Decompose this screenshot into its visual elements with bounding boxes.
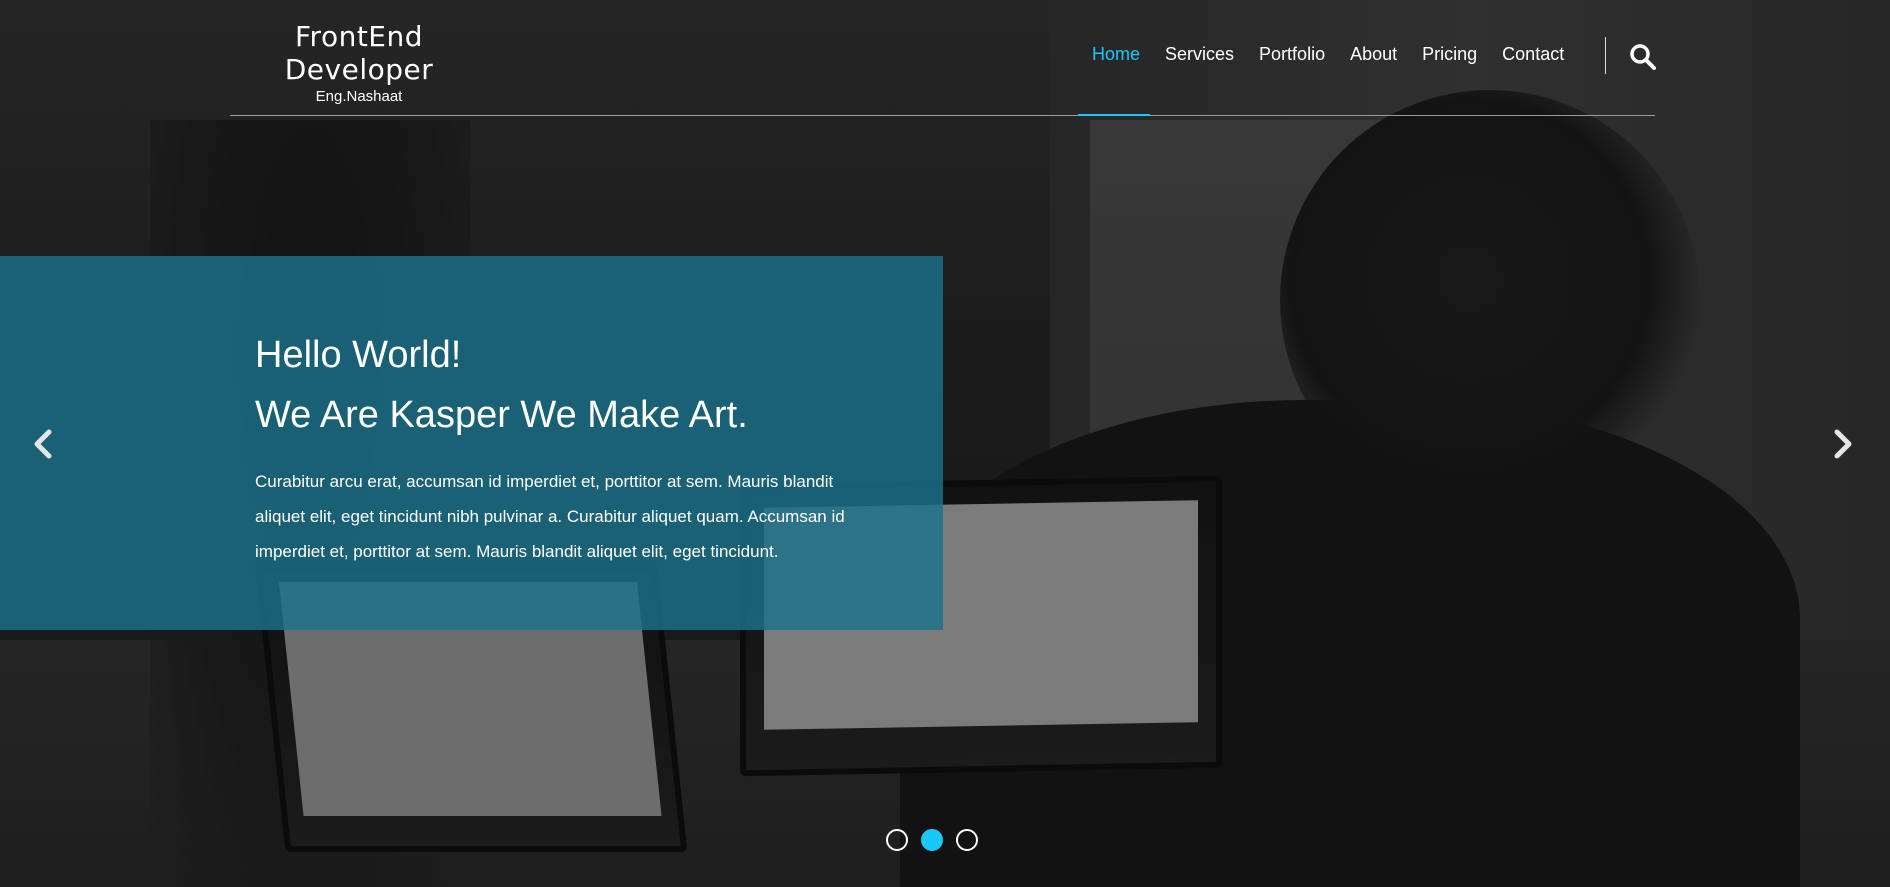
active-nav-indicator (1078, 114, 1150, 116)
slider-dot-3[interactable] (956, 829, 978, 851)
slider-next-button[interactable] (1824, 424, 1860, 464)
chevron-left-icon (34, 429, 52, 459)
slider-dot-2[interactable] (921, 829, 943, 851)
nav-about[interactable]: About (1350, 44, 1397, 65)
header-divider (230, 115, 1655, 116)
logo-title: FrontEnd Developer (284, 20, 434, 86)
hero-heading-line1: Hello World! (255, 334, 462, 376)
nav-services[interactable]: Services (1165, 44, 1234, 65)
main-nav: Home Services Portfolio About Pricing Co… (1092, 44, 1589, 65)
nav-portfolio[interactable]: Portfolio (1259, 44, 1325, 65)
nav-contact[interactable]: Contact (1502, 44, 1564, 65)
site-header: FrontEnd Developer Eng.Nashaat Home Serv… (0, 0, 1890, 116)
search-icon[interactable] (1629, 43, 1657, 71)
slider-dot-1[interactable] (886, 829, 908, 851)
hero-section: FrontEnd Developer Eng.Nashaat Home Serv… (0, 0, 1890, 887)
nav-pricing[interactable]: Pricing (1422, 44, 1477, 65)
hero-heading: Hello World! We Are Kasper We Make Art. (255, 325, 935, 445)
logo-subtitle: Eng.Nashaat (315, 88, 403, 105)
hero-description: Curabitur arcu erat, accumsan id imperdi… (255, 472, 845, 561)
hero-heading-line2: We Are Kasper We Make Art. (255, 394, 748, 436)
chevron-right-icon (1834, 429, 1852, 459)
slider-dots (886, 829, 978, 851)
site-logo[interactable]: FrontEnd Developer Eng.Nashaat (229, 20, 489, 105)
slider-prev-button[interactable] (26, 424, 62, 464)
nav-home[interactable]: Home (1092, 44, 1140, 65)
nav-divider (1605, 37, 1606, 74)
